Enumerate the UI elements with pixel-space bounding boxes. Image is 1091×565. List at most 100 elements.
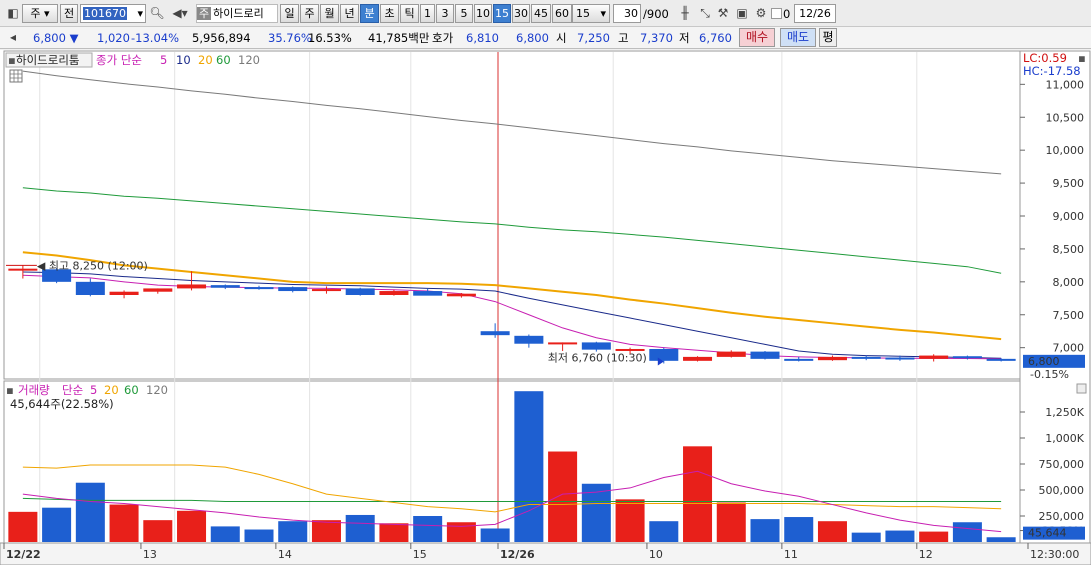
price-legend-title: 하이드로리툼 [16,53,79,67]
x-axis-label: 12:30:00 [1030,548,1079,561]
price-axis-label: 7,500 [1053,309,1085,322]
trade-amount: 41,785백만 [368,31,430,45]
interval-button-30[interactable]: 30 [512,4,530,23]
price-axis-label: 10,500 [1046,111,1085,124]
candle-body [784,358,814,361]
interval-button-60[interactable]: 60 [552,4,572,23]
evaluate-button[interactable]: 평 [819,28,837,47]
candle-body [446,293,476,297]
volume-panel-close-icon[interactable] [1076,383,1087,394]
price-volume-chart[interactable]: ◀ 최고 8,250 (12:00) 최저 6,760 (10:30) 11,00… [0,50,1091,565]
interval-button-5[interactable]: 5 [455,4,473,23]
volume-bar [311,520,341,542]
period-month-button[interactable]: 월 [320,4,339,23]
stock-code-input[interactable]: 101670 ▾ [80,4,146,23]
current-price-value: 6,800 [33,31,66,45]
count-total: /900 [643,7,669,21]
candle-body [379,291,409,295]
candle-type-icon[interactable]: ╫ [676,4,694,23]
candle-body [177,284,207,289]
volume-bar [413,516,443,542]
volume-bar [683,446,713,542]
hc-label: HC:-17.58 [1023,64,1081,78]
current-price-pct-label: -0.15% [1030,368,1069,381]
candle-body [851,356,881,359]
price-panel [3,50,1021,380]
market-select[interactable]: 주 ▾ [22,4,58,23]
high-price: 7,370 [640,31,673,45]
candle-body [548,342,578,345]
grid-toggle-icon[interactable] [9,69,23,83]
interval-select-value: 15 [576,7,590,20]
volume-bar [817,521,847,542]
menu-dots-icon[interactable]: ▪ [8,53,16,67]
chart-window-icon[interactable]: ◧ [4,4,22,23]
volume-menu-icon[interactable]: ▪ [6,383,14,397]
period-week-button[interactable]: 주 [300,4,319,23]
candle-body [919,355,949,359]
price-axis-label: 10,000 [1046,144,1085,157]
volume-ma120-period: 120 [146,383,168,397]
volume-bar [716,502,746,542]
panel-close-icon[interactable]: ▪ [1078,51,1086,65]
interval-button-1[interactable]: 1 [420,4,435,23]
period-year-button[interactable]: 년 [340,4,359,23]
period-second-button[interactable]: 초 [380,4,399,23]
price-axis-label: 9,500 [1053,177,1085,190]
quote-bar: ◂ 6,800 ▼ 1,020 -13.04% 5,956,894 35.76%… [0,27,1091,49]
period-minute-button[interactable]: 분 [360,4,379,23]
stock-type-badge: 주 [197,7,212,20]
candle-body [143,288,173,292]
interval-button-3[interactable]: 3 [436,4,454,23]
price-axis-label: 11,000 [1046,78,1085,91]
sell-button[interactable]: 매도 [780,28,816,47]
count-input[interactable]: 30 [613,4,641,23]
turnover-ratio: 16.53% [308,31,352,45]
price-change-pct: -13.04% [131,31,179,45]
volume-bar [42,507,72,542]
stock-code-value: 101670 [83,7,127,20]
period-tick-button[interactable]: 틱 [400,4,419,23]
search-icon[interactable]: 🔍︎ [148,4,166,23]
save-icon[interactable]: ▣ [733,4,751,23]
collapse-icon[interactable]: ◂ [4,28,22,47]
period-day-button[interactable]: 일 [280,4,299,23]
price-ma20-period: 20 [198,53,213,67]
date-field[interactable]: 12/26 [794,4,836,23]
draw-line-icon[interactable]: ⤡ [696,4,714,23]
volume-bar [952,522,982,542]
volume-ma5-period: 5 [90,383,97,397]
volume-ma-label: 단순 [62,383,83,397]
bid-price: 6,810 [466,31,499,45]
chevron-down-icon: ▾ [137,7,143,20]
speaker-icon[interactable]: ◀▾ [167,4,193,23]
stock-name: 하이드로리 [213,7,264,20]
candle [683,356,713,362]
stock-name-field: 주 하이드로리 [196,4,278,23]
interval-select[interactable]: 15 ▾ [572,4,610,23]
price-ma10-period: 10 [176,53,191,67]
volume-bar [615,499,645,542]
checkbox-label: 0 [783,7,791,21]
interval-button-15[interactable]: 15 [493,4,511,23]
candle [750,350,780,360]
gear-icon[interactable]: ⚙ [752,4,770,23]
price-axis-label: 7,000 [1053,342,1085,355]
interval-button-45[interactable]: 45 [531,4,551,23]
price-ma5-period: 5 [160,53,167,67]
interval-button-10[interactable]: 10 [474,4,492,23]
x-axis-label: 10 [649,548,663,561]
volume-bar [379,523,409,542]
prefix-select[interactable]: 전 [60,4,78,23]
buy-button[interactable]: 매수 [739,28,775,47]
low-label: 저 [679,31,690,45]
candle-body [750,351,780,359]
price-change: 1,020 [97,31,130,45]
auto-checkbox[interactable] [771,8,782,19]
x-axis-label: 12/22 [6,548,41,561]
low-annotation: 최저 6,760 (10:30) [548,351,647,364]
volume-bar [143,520,173,542]
settings-tool-icon[interactable]: ⚒ [714,4,732,23]
volume-bar [109,504,139,542]
candle-body [278,287,308,292]
